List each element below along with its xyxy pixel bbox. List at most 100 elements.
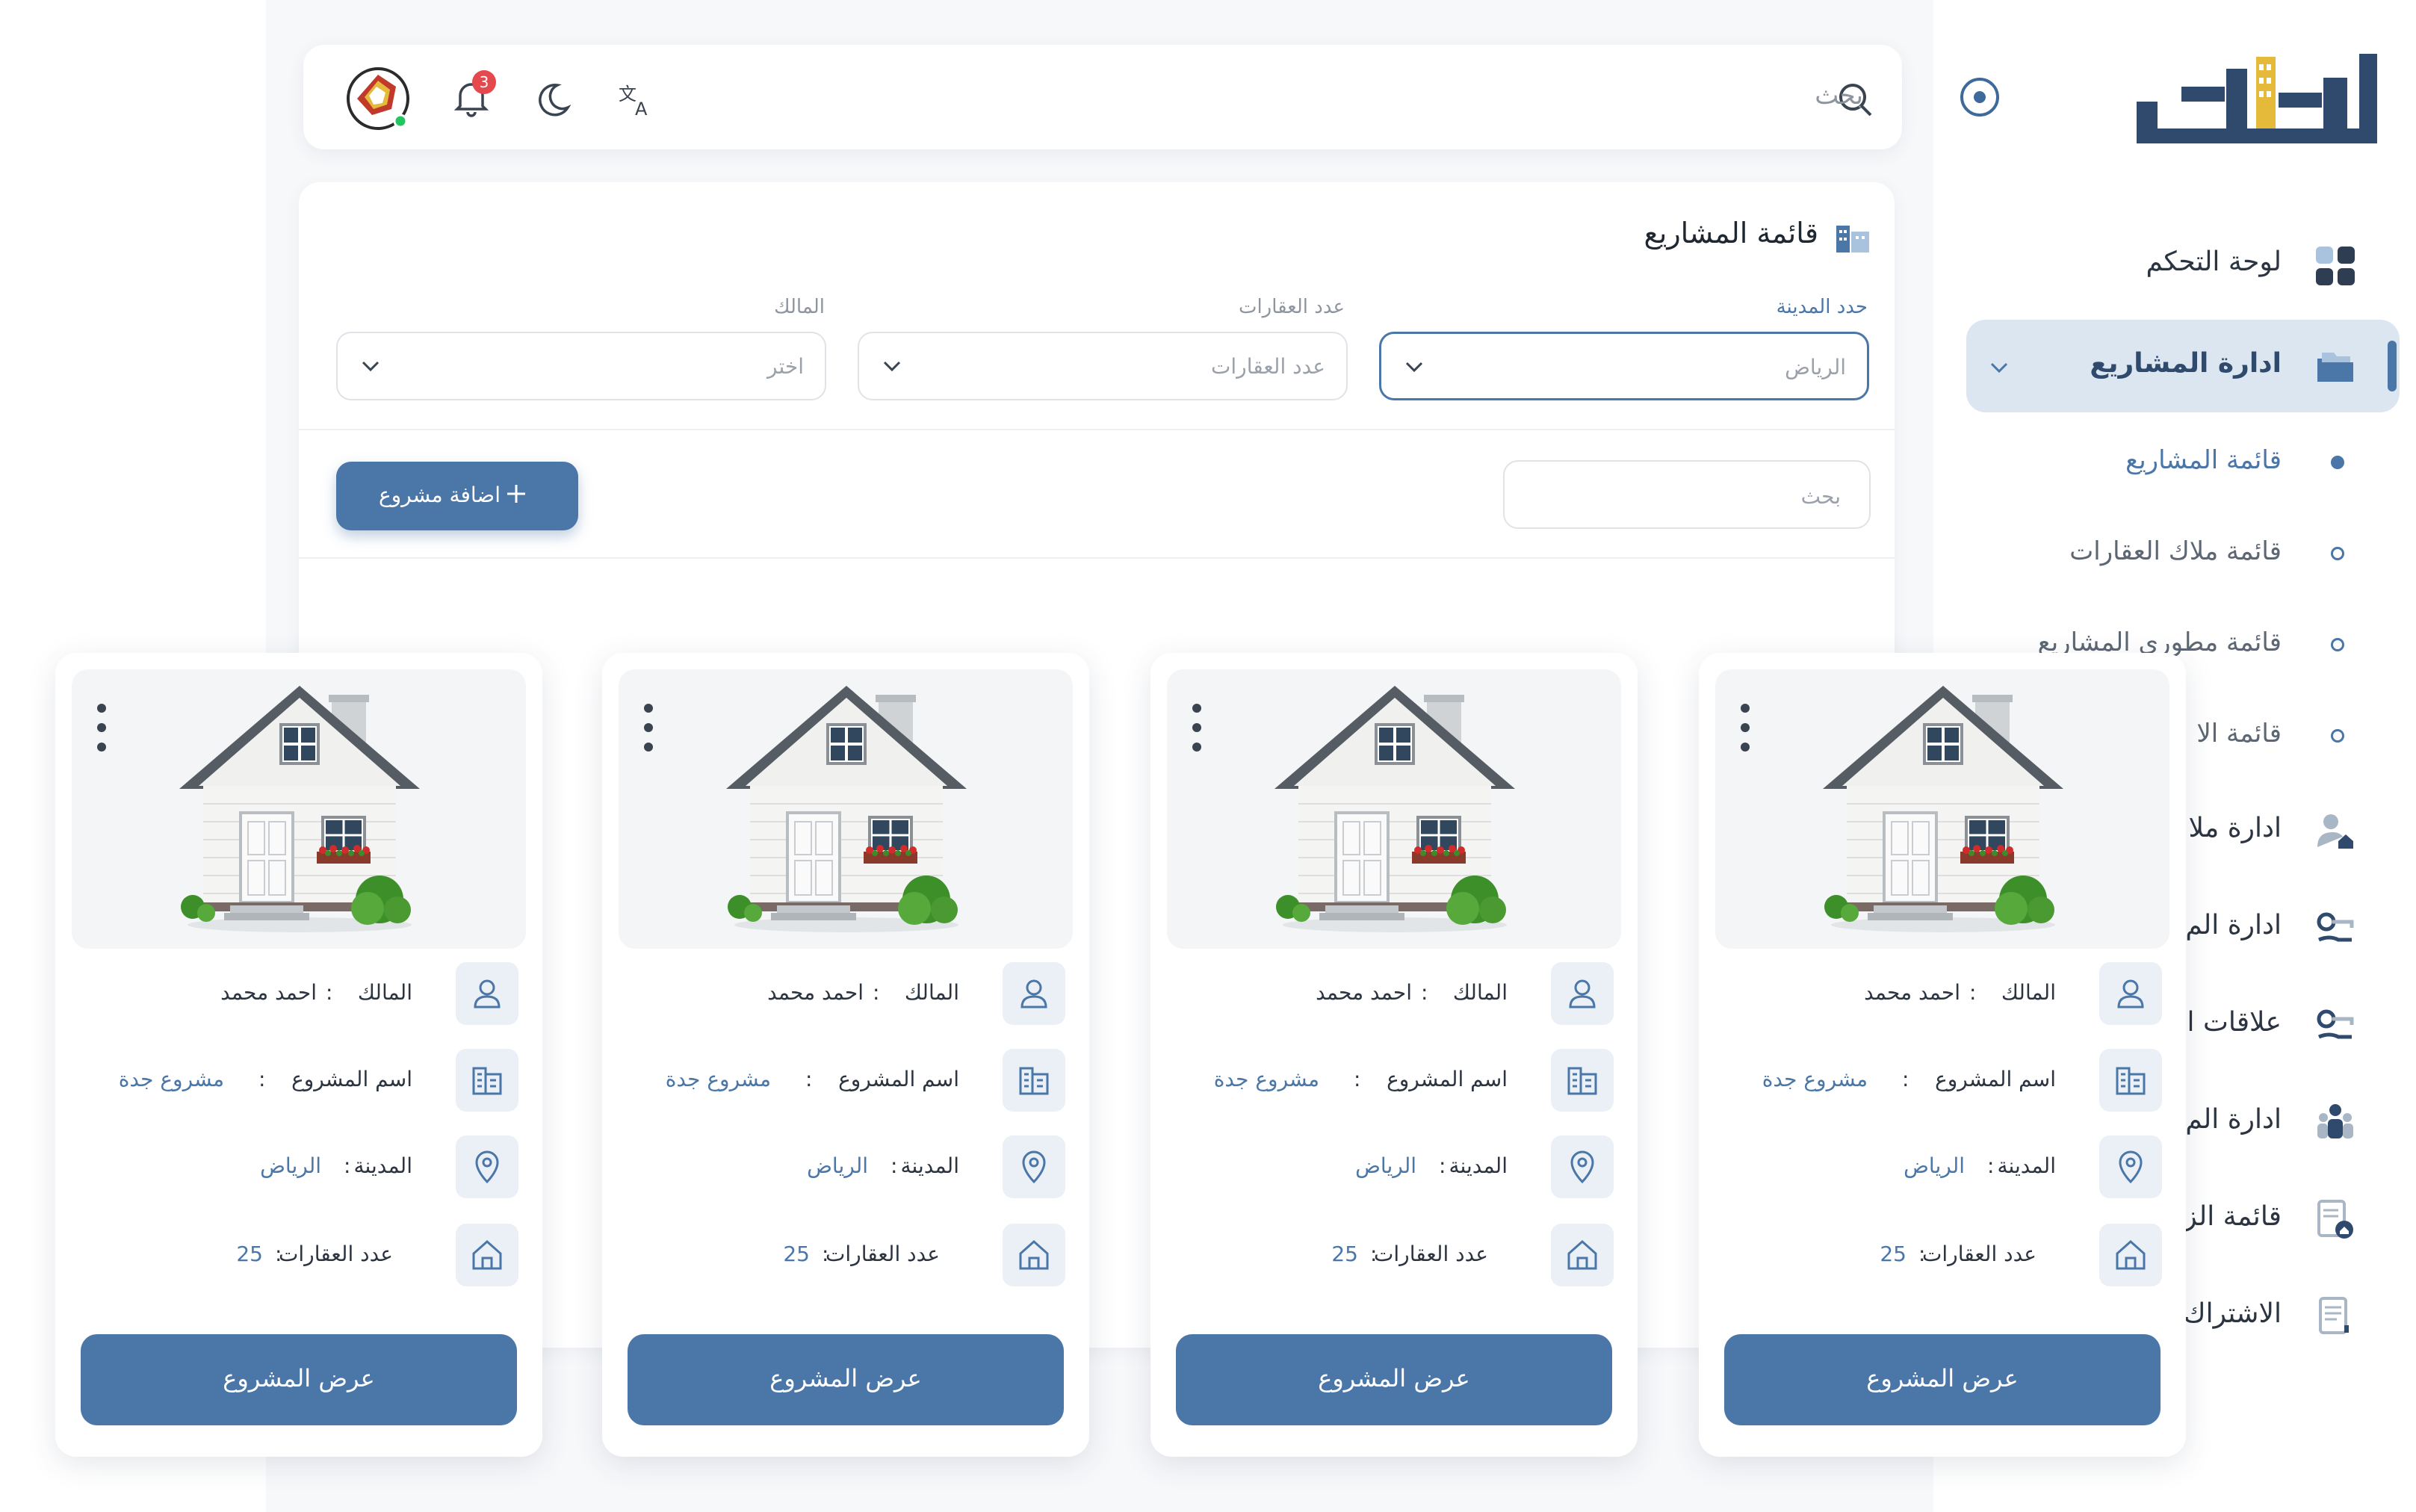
city-select[interactable]: الرياض [1379,332,1869,400]
sub-dot-icon [2331,456,2344,469]
view-project-label: عرض المشروع [769,1364,922,1392]
user-icon [2099,962,2162,1025]
city-label: المدينة [900,1153,959,1178]
location-pin-icon [456,1135,518,1198]
project-name-value[interactable]: مشروع جدة [666,1067,771,1091]
count-label: عدد العقارات [1374,1242,1488,1266]
colon: : [344,1153,351,1178]
list-search-input[interactable]: بحث [1503,460,1871,529]
sub-dot-icon [2331,547,2344,560]
sidebar-subitem-owners-list[interactable]: قائمة ملاك العقارات [2069,536,2282,566]
count-value: 25 [1331,1242,1358,1266]
colon: : [1354,1067,1361,1091]
owner-value: احمد محمد [220,980,317,1005]
active-indicator [2388,341,2397,391]
count-value: 25 [236,1242,263,1266]
properties-count-select[interactable]: عدد العقارات [858,332,1348,400]
city-value: الرياض [1904,1153,1965,1178]
project-card: المالك : احمد محمد اسم المشروع : مشروع ج… [602,653,1089,1457]
project-name-label: اسم المشروع [1387,1067,1508,1091]
city-value: الرياض [807,1153,868,1178]
avatar[interactable] [347,67,409,130]
project-name-value[interactable]: مشروع جدة [119,1067,224,1091]
sidebar-item-owners-admin[interactable]: ادارة ملا [2189,813,2282,843]
chevron-down-icon [362,361,380,372]
users-icon [2317,1104,2353,1138]
project-card: المالك : احمد محمد اسم المشروع : مشروع ج… [55,653,542,1457]
chevron-down-icon [1405,362,1423,373]
home-icon [2099,1224,2162,1286]
colon: : [258,1067,266,1091]
more-options-icon[interactable] [1192,704,1201,752]
count-label: عدد العقارات [279,1242,393,1266]
city-select-value: الرياض [1785,355,1846,379]
count-select-value: عدد العقارات [1211,354,1325,379]
chevron-down-icon [883,361,901,372]
house-image [1274,686,1515,932]
more-options-icon[interactable] [97,704,106,752]
view-project-label: عرض المشروع [1318,1364,1470,1392]
document-home-icon [2317,1200,2353,1239]
project-name-value[interactable]: مشروع جدة [1214,1067,1319,1091]
view-project-button[interactable]: عرض المشروع [1724,1334,2161,1425]
sidebar-item-relations[interactable]: علاقات ا [2187,1007,2282,1038]
home-icon [1003,1224,1065,1286]
view-project-button[interactable]: عرض المشروع [1176,1334,1612,1425]
more-options-icon[interactable] [644,704,653,752]
colon: : [1918,1242,1926,1266]
building-icon [1836,226,1869,252]
count-label: عدد العقارات [826,1242,940,1266]
sidebar-item-subscriptions[interactable]: الاشتراك [2184,1298,2282,1329]
project-image [1715,669,2169,949]
colon: : [822,1242,829,1266]
list-search-placeholder: بحث [1800,484,1841,509]
colon: : [890,1153,898,1178]
divider [299,557,1895,559]
count-value: 25 [783,1242,810,1266]
more-options-icon[interactable] [1741,704,1750,752]
building-icon [2099,1049,2162,1112]
colon: : [873,980,880,1005]
owner-select[interactable]: اختر [336,332,826,400]
sidebar-item-admin-3[interactable]: ادارة الم [2185,1104,2282,1135]
project-name-value[interactable]: مشروع جدة [1762,1067,1868,1091]
city-label: المدينة [1997,1153,2056,1178]
building-icon [1003,1049,1065,1112]
sidebar-item-projects-admin-label: ادارة المشاريع [2090,348,2282,379]
home-icon [456,1224,518,1286]
colon: : [1421,980,1428,1005]
add-project-button[interactable]: اضافة مشروع [336,462,578,530]
sidebar-subitem-4[interactable]: قائمة الا [2196,719,2282,749]
chevron-down-icon[interactable] [1987,356,2011,379]
sidebar-item-list-2[interactable]: قائمة الز [2184,1201,2282,1232]
folders-icon [2317,353,2353,382]
user-icon [1551,962,1614,1025]
house-image [1823,686,2063,932]
home-icon [1551,1224,1614,1286]
view-project-button[interactable]: عرض المشروع [81,1334,517,1425]
filter-label-count: عدد العقارات [1238,296,1345,318]
add-project-label: اضافة مشروع [378,483,501,507]
translate-icon[interactable]: 文A [617,81,654,118]
building-icon [456,1049,518,1112]
moon-icon[interactable] [535,81,572,118]
filter-label-city: حدد المدينة [1776,296,1868,318]
sidebar-toggle-button[interactable] [1960,78,1999,117]
divider [299,429,1895,430]
view-project-button[interactable]: عرض المشروع [628,1334,1064,1425]
key-hand-icon [2317,912,2354,942]
svg-text:A: A [635,99,648,118]
sidebar-item-admin-2[interactable]: ادارة الم [2185,910,2282,941]
view-project-label: عرض المشروع [223,1364,375,1392]
sidebar-item-dashboard[interactable]: لوحة التحكم [2146,247,2282,277]
project-card: المالك : احمد محمد اسم المشروع : مشروع ج… [1150,653,1638,1457]
building-icon [1551,1049,1614,1112]
user-icon [456,962,518,1025]
colon: : [1969,980,1977,1005]
topbar-search-input[interactable]: بحث [1815,81,1863,111]
owner-value: احمد محمد [767,980,864,1005]
colon: : [1987,1153,1995,1178]
project-image [1167,669,1621,949]
sidebar-subitem-projects-list[interactable]: قائمة المشاريع [2125,445,2282,475]
filter-label-owner: المالك [774,296,825,318]
